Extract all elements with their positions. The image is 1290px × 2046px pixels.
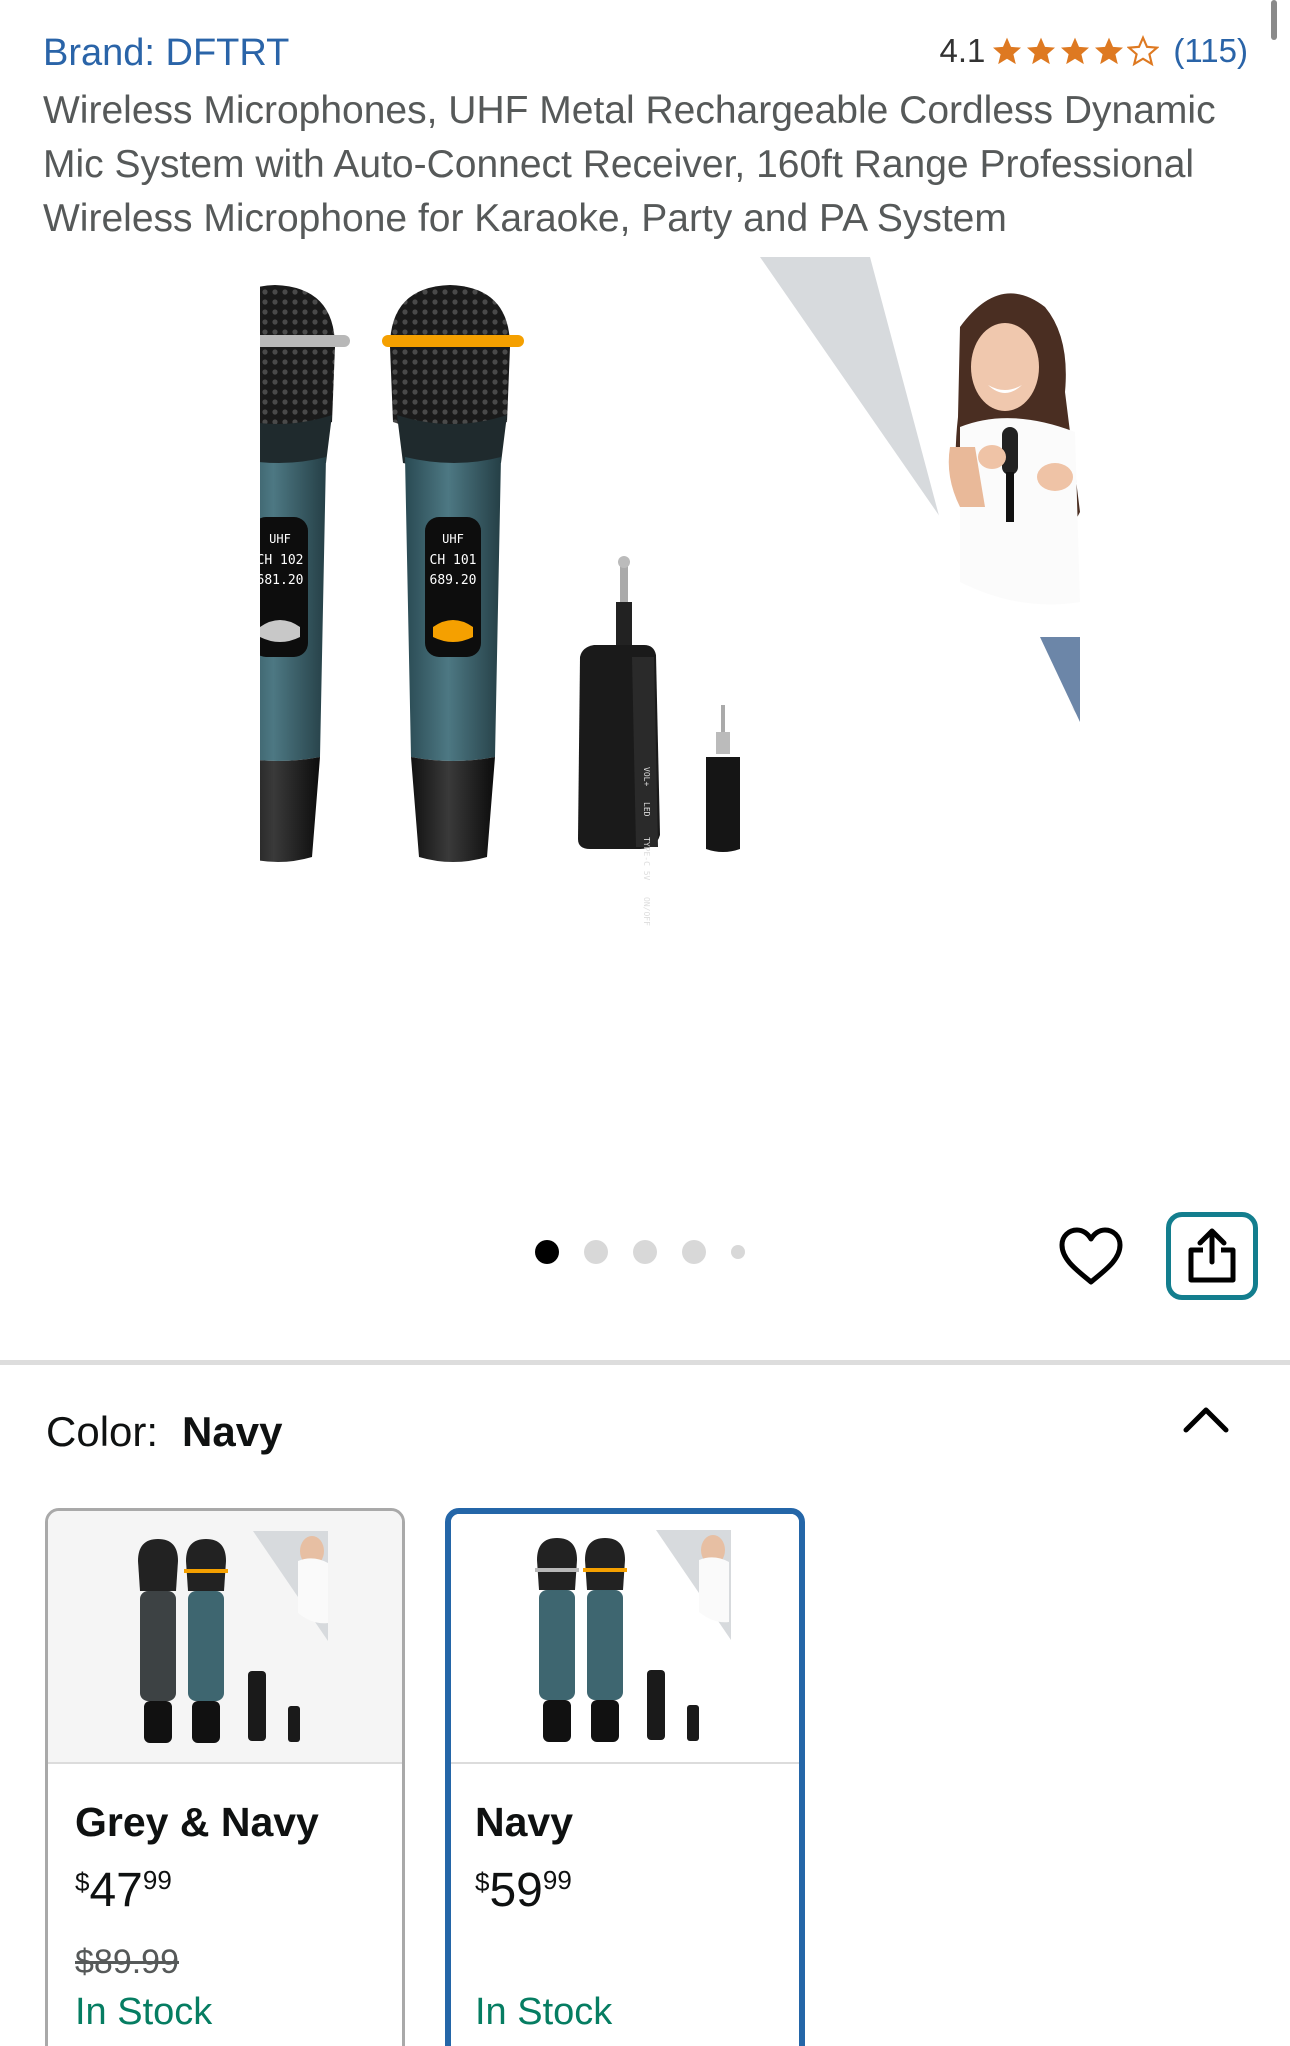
receiver-label-type-c: TYPE-C 5V [642,837,651,881]
review-count: (115) [1173,32,1248,69]
swatch-grey-navy[interactable]: Grey & Navy $4799 $89.99 In Stock [45,1508,405,2046]
swatch-thumbnail [451,1514,799,1764]
stock-status: In Stock [75,1991,213,2033]
receiver-label-on-off: ON/OFF [642,897,651,926]
currency-symbol: $ [75,1867,90,1897]
product-title: Wireless Microphones, UHF Metal Recharge… [43,89,1216,240]
microphone-grey: UHF CH 102 681.20 [208,285,350,862]
stock-status: In Stock [475,1991,613,2033]
star-empty-icon [1127,35,1160,67]
singer-photo [760,257,1080,722]
audio-adapter [706,705,740,852]
product-image[interactable]: UHF CH 102 681.20 UHF CH 101 689.20 VOL+… [208,257,1080,1127]
mic1-frequency: 681.20 [260,573,303,588]
star-full-icon [1061,37,1090,65]
star-full-icon [1027,37,1056,65]
wishlist-button[interactable] [1058,1227,1124,1287]
receiver-label-vol: VOL+ [642,767,651,786]
mic2-frequency: 689.20 [430,573,477,588]
share-button[interactable] [1166,1212,1258,1300]
carousel-dot[interactable] [535,1240,559,1264]
carousel-indicator[interactable] [535,1240,745,1264]
swatch-name: Navy [475,1799,574,1845]
carousel-dot[interactable] [682,1240,706,1264]
rating-value: 4.1 [939,32,986,69]
price-cents: 99 [542,1865,572,1895]
price-whole: 59 [489,1864,543,1917]
carousel-dot[interactable] [584,1240,608,1264]
list-price: $89.99 [75,1943,179,1981]
swatch-price: $4799 [75,1863,172,1918]
chevron-up-icon [1183,1407,1229,1433]
price-whole: 47 [89,1864,143,1917]
price-cents: 99 [142,1865,172,1895]
rating-summary[interactable]: 4.1 (115) [940,32,1248,70]
swatch-thumbnail [48,1511,402,1764]
color-key: Color: [46,1408,159,1455]
receiver-label-led: LED [642,802,651,817]
microphone-navy: UHF CH 101 689.20 [382,285,524,862]
brand-link[interactable]: Brand: DFTRT [43,32,289,75]
color-selector-label: Color: Navy [46,1408,282,1456]
mic2-screen-label: UHF [442,532,464,546]
mic1-channel: CH 102 [260,553,303,568]
mic1-screen-label: UHF [269,532,291,546]
share-icon [1188,1228,1236,1283]
scrollbar[interactable] [1271,0,1277,40]
carousel-dot[interactable] [731,1245,745,1259]
star-rating [991,35,1160,67]
swatch-name: Grey & Navy [75,1799,319,1845]
swatch-price: $5999 [475,1863,572,1918]
currency-symbol: $ [475,1867,490,1897]
swatch-navy[interactable]: Navy $5999 In Stock [445,1508,805,2046]
mic2-channel: CH 101 [430,553,477,568]
star-full-icon [993,37,1022,65]
carousel-dot[interactable] [633,1240,657,1264]
section-divider [0,1360,1290,1365]
heart-icon [1059,1227,1123,1285]
collapse-button[interactable] [1180,1400,1232,1440]
star-full-icon [1095,37,1124,65]
selected-color: Navy [182,1408,283,1455]
